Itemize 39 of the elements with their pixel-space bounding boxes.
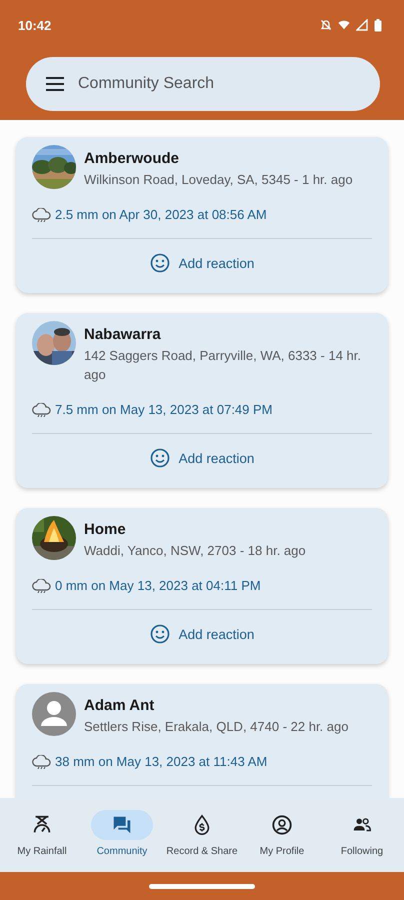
add-reaction-button[interactable]: Add reaction [142, 442, 262, 474]
post-title: Adam Ant [84, 697, 156, 714]
smiley-icon [150, 448, 170, 468]
home-handle[interactable] [149, 884, 255, 888]
muted-bell-icon [320, 19, 332, 31]
post-address: 142 Saggers Road, Parryville, WA, 6333 - 14 hr. ago [84, 347, 362, 384]
nav-tab[interactable]: My Rainfall [3, 798, 81, 872]
post-title: Nabawarra [84, 326, 162, 343]
nav-tab[interactable]: Following [323, 798, 401, 872]
rain-cloud-icon [32, 208, 52, 222]
profile-icon [271, 814, 293, 836]
nav-tab[interactable]: Record & Share [163, 798, 241, 872]
rain-cloud-icon [32, 754, 52, 768]
signal-icon [356, 19, 368, 31]
rainfall-reading: 38 mm on May 13, 2023 at 11:43 AM [55, 754, 268, 769]
smiley-icon [150, 624, 170, 644]
chat-icon [111, 814, 133, 836]
post-address: Wilkinson Road, Loveday, SA, 5345 - 1 hr. ago [84, 171, 353, 189]
avatar-icon [32, 692, 76, 736]
post-title: Amberwoude [84, 150, 180, 167]
nav-tab[interactable]: My Profile [243, 798, 321, 872]
rainfall-reading: 2.5 mm on Apr 30, 2023 at 08:56 AM [55, 207, 267, 222]
rain-cloud-icon [32, 402, 52, 416]
post-title: Home [84, 521, 127, 538]
add-reaction-button[interactable]: Add reaction [142, 247, 262, 279]
post-address: Waddi, Yanco, NSW, 2703 - 18 hr. ago [84, 542, 306, 560]
battery-icon [374, 18, 382, 32]
add-reaction-button[interactable]: Add reaction [142, 618, 262, 650]
wifi-icon [338, 19, 350, 31]
status-time: 10:42 [18, 18, 52, 32]
post-address: Settlers Rise, Erakala, QLD, 4740 - 22 hr. ago [84, 718, 348, 736]
search-input[interactable]: Community Search [78, 75, 360, 93]
rain-cloud-icon [32, 578, 52, 592]
smiley-icon [150, 253, 170, 273]
nav-tab[interactable]: Community [83, 798, 161, 872]
menu-icon[interactable] [46, 77, 64, 91]
rainfall-reading: 0 mm on May 13, 2023 at 04:11 PM [55, 578, 261, 593]
rainfall-reading: 7.5 mm on May 13, 2023 at 07:49 PM [55, 402, 273, 417]
search-field[interactable]: Community Search [26, 57, 380, 111]
